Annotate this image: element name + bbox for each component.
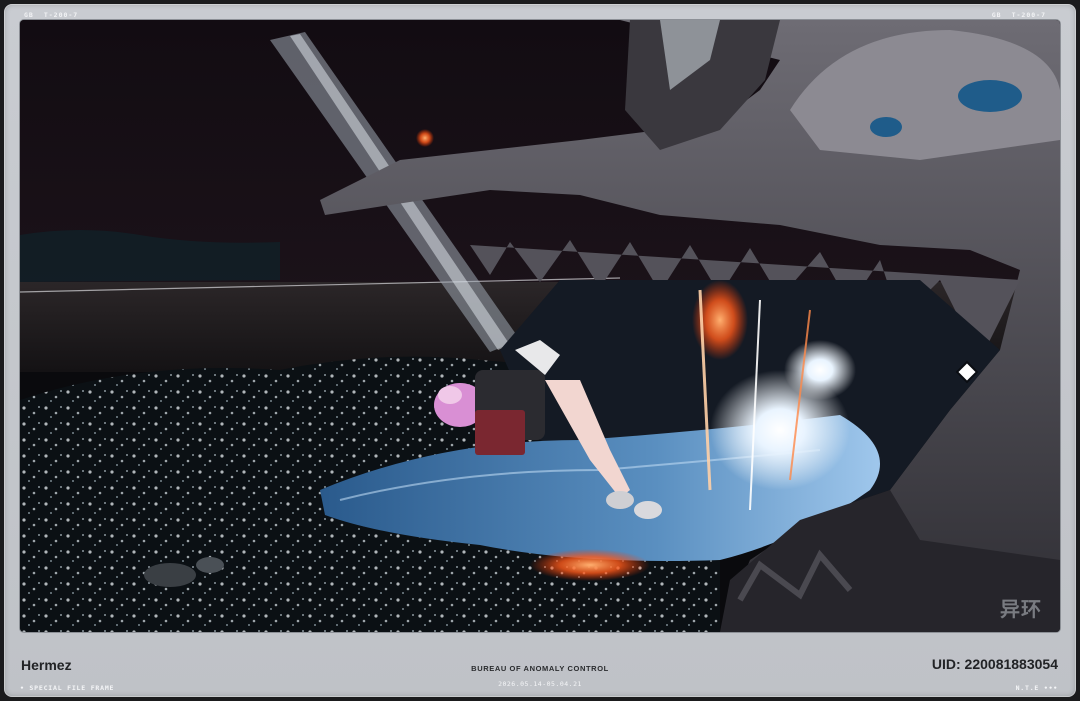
game-scene: 异环 (20, 20, 1060, 632)
top-left-tag: GB T-200-7 (24, 11, 88, 19)
top-right-tag: GB T-200-7 (992, 11, 1056, 19)
tag-id: T-200-7 (43, 11, 79, 19)
game-code-label: N.T.E ••• (1015, 684, 1058, 692)
player-uid: UID: 220081883054 (931, 656, 1058, 672)
organization-title: BUREAU OF ANOMALY CONTROL (471, 664, 609, 673)
tag-code: GB (24, 11, 34, 19)
tag-id: T-200-7 (1011, 11, 1046, 19)
date-range: 2026.05.14-05.04.21 (498, 680, 582, 688)
scene-illustration (20, 20, 1060, 632)
game-logo-watermark: 异环 (1000, 597, 1042, 621)
frame-label: • SPECIAL FILE FRAME (20, 684, 115, 692)
tag-code: GB (991, 11, 1002, 19)
